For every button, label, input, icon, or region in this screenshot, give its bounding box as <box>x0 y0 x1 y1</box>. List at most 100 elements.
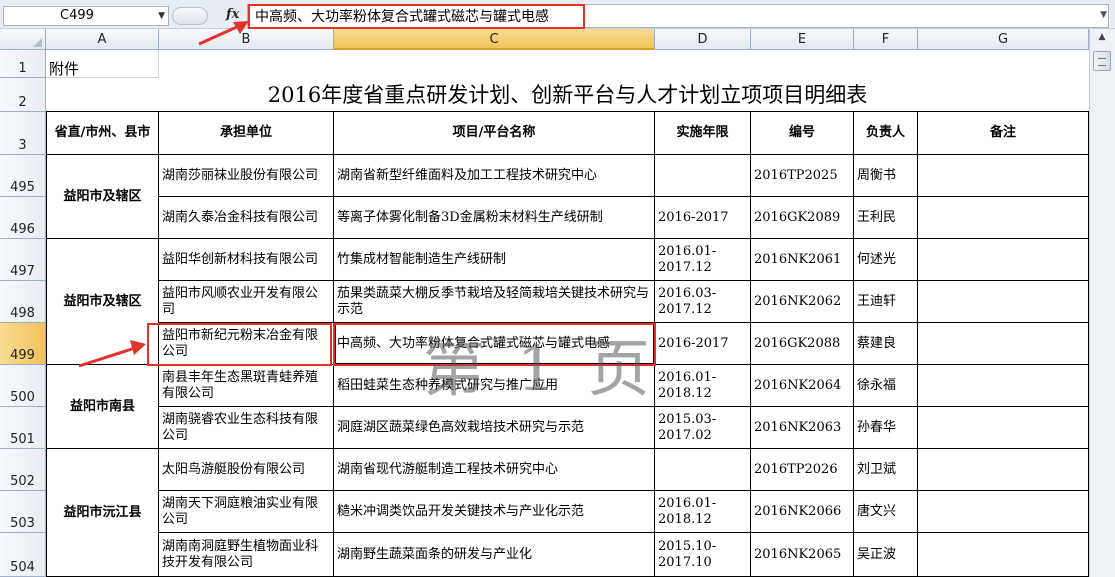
unit-cell[interactable]: 湖南莎丽袜业股份有限公司 <box>159 155 334 197</box>
row-header-497[interactable]: 497 <box>0 239 46 281</box>
row-header-2[interactable]: 2 <box>0 78 46 112</box>
period-cell[interactable]: 2016.03-2017.12 <box>655 281 751 323</box>
project-cell[interactable]: 竹集成材智能制造生产线研制 <box>334 239 655 281</box>
unit-cell[interactable]: 太阳鸟游艇股份有限公司 <box>159 449 334 491</box>
row-header-496[interactable]: 496 <box>0 197 46 239</box>
column-header-a[interactable]: A <box>46 29 159 50</box>
header-code[interactable]: 编号 <box>751 112 854 155</box>
code-cell[interactable]: 2016TP2026 <box>751 449 854 491</box>
unit-cell[interactable]: 益阳市新纪元粉末冶金有限公司 <box>159 323 334 365</box>
owner-cell[interactable]: 蔡建良 <box>854 323 918 365</box>
row-header-502[interactable]: 502 <box>0 449 46 491</box>
remark-cell[interactable] <box>918 491 1089 533</box>
project-cell[interactable]: 糙米冲调类饮品开发关键技术与产业化示范 <box>334 491 655 533</box>
vertical-scrollbar[interactable]: ▲ <box>1089 29 1115 577</box>
scroll-up-icon[interactable]: ▲ <box>1093 32 1111 48</box>
remark-cell[interactable] <box>918 197 1089 239</box>
remark-cell[interactable] <box>918 365 1089 407</box>
header-period[interactable]: 实施年限 <box>655 112 751 155</box>
row-header-1[interactable]: 1 <box>0 50 46 78</box>
owner-cell[interactable]: 王迪轩 <box>854 281 918 323</box>
unit-cell[interactable]: 湖南久泰冶金科技有限公司 <box>159 197 334 239</box>
owner-cell[interactable]: 何述光 <box>854 239 918 281</box>
name-box[interactable]: C499 ▼ <box>3 6 169 26</box>
period-cell[interactable] <box>655 449 751 491</box>
scroll-thumb[interactable] <box>1093 51 1111 71</box>
unit-cell[interactable]: 南县丰年生态黑斑青蛙养殖有限公司 <box>159 365 334 407</box>
remark-cell[interactable] <box>918 281 1089 323</box>
period-cell[interactable]: 2015.10-2017.10 <box>655 533 751 577</box>
row-header-499[interactable]: 499 <box>0 323 46 365</box>
header-owner[interactable]: 负责人 <box>854 112 918 155</box>
project-cell[interactable]: 洞庭湖区蔬菜绿色高效栽培技术研究与示范 <box>334 407 655 449</box>
column-header-f[interactable]: F <box>854 29 918 50</box>
cell-a1-attachment[interactable]: 附件 <box>46 50 159 78</box>
unit-cell[interactable]: 湖南南洞庭野生植物面业科技开发有限公司 <box>159 533 334 577</box>
row-header-495[interactable]: 495 <box>0 155 46 197</box>
owner-cell[interactable]: 王利民 <box>854 197 918 239</box>
insert-function-icon[interactable]: fx <box>226 7 239 22</box>
header-unit[interactable]: 承担单位 <box>159 112 334 155</box>
row-header-3[interactable]: 3 <box>0 112 46 155</box>
remark-cell[interactable] <box>918 239 1089 281</box>
period-cell[interactable]: 2016.01-2018.12 <box>655 365 751 407</box>
header-region[interactable]: 省直/市州、县市 <box>46 112 159 155</box>
column-header-b[interactable]: B <box>159 29 334 50</box>
code-cell[interactable]: 2016NK2065 <box>751 533 854 577</box>
column-header-d[interactable]: D <box>655 29 751 50</box>
period-cell[interactable] <box>655 155 751 197</box>
period-cell[interactable]: 2016.01-2017.12 <box>655 239 751 281</box>
code-cell[interactable]: 2016NK2066 <box>751 491 854 533</box>
row-header-503[interactable]: 503 <box>0 491 46 533</box>
code-cell[interactable]: 2016NK2064 <box>751 365 854 407</box>
project-cell[interactable]: 湖南省新型纤维面料及加工工程技术研究中心 <box>334 155 655 197</box>
column-header-e[interactable]: E <box>751 29 854 50</box>
code-cell[interactable]: 2016TP2025 <box>751 155 854 197</box>
owner-cell[interactable]: 吴正波 <box>854 533 918 577</box>
unit-cell[interactable]: 益阳华创新材科技有限公司 <box>159 239 334 281</box>
select-all-corner[interactable] <box>0 29 46 50</box>
region-cell[interactable]: 益阳市南县 <box>46 365 159 449</box>
formula-input[interactable]: 中高频、大功率粉体复合式罐式磁芯与罐式电感 <box>247 4 1109 28</box>
owner-cell[interactable]: 周衡书 <box>854 155 918 197</box>
period-cell[interactable]: 2016-2017 <box>655 197 751 239</box>
cell-b1-empty[interactable] <box>159 50 1089 78</box>
code-cell[interactable]: 2016GK2088 <box>751 323 854 365</box>
period-cell[interactable]: 2016-2017 <box>655 323 751 365</box>
code-cell[interactable]: 2016NK2062 <box>751 281 854 323</box>
remark-cell[interactable] <box>918 533 1089 577</box>
owner-cell[interactable]: 孙春华 <box>854 407 918 449</box>
formula-cancel-enter-buttons[interactable] <box>172 7 208 25</box>
column-header-c[interactable]: C <box>334 29 655 50</box>
owner-cell[interactable]: 刘卫斌 <box>854 449 918 491</box>
expand-formula-bar-icon[interactable]: ▼ <box>1100 10 1107 20</box>
unit-cell[interactable]: 湖南天下洞庭粮油实业有限公司 <box>159 491 334 533</box>
row-header-500[interactable]: 500 <box>0 365 46 407</box>
project-cell[interactable]: 等离子体雾化制备3D金属粉末材料生产线研制 <box>334 197 655 239</box>
remark-cell[interactable] <box>918 323 1089 365</box>
row-header-498[interactable]: 498 <box>0 281 46 323</box>
column-header-g[interactable]: G <box>918 29 1089 50</box>
unit-cell[interactable]: 益阳市风顺农业开发有限公司 <box>159 281 334 323</box>
remark-cell[interactable] <box>918 155 1089 197</box>
header-project[interactable]: 项目/平台名称 <box>334 112 655 155</box>
project-cell[interactable]: 茄果类蔬菜大棚反季节栽培及轻简栽培关键技术研究与示范 <box>334 281 655 323</box>
code-cell[interactable]: 2016NK2061 <box>751 239 854 281</box>
row-header-501[interactable]: 501 <box>0 407 46 449</box>
region-cell[interactable]: 益阳市及辖区 <box>46 239 159 365</box>
project-cell[interactable]: 湖南省现代游艇制造工程技术研究中心 <box>334 449 655 491</box>
region-cell[interactable]: 益阳市及辖区 <box>46 155 159 239</box>
row-header-504[interactable]: 504 <box>0 533 46 577</box>
remark-cell[interactable] <box>918 449 1089 491</box>
period-cell[interactable]: 2016.01-2018.12 <box>655 491 751 533</box>
owner-cell[interactable]: 唐文兴 <box>854 491 918 533</box>
region-cell[interactable]: 益阳市沅江县 <box>46 449 159 577</box>
owner-cell[interactable]: 徐永福 <box>854 365 918 407</box>
active-cell-c499[interactable]: 中高频、大功率粉体复合式罐式磁芯与罐式电感 <box>334 323 655 365</box>
code-cell[interactable]: 2016NK2063 <box>751 407 854 449</box>
code-cell[interactable]: 2016GK2089 <box>751 197 854 239</box>
project-cell[interactable]: 湖南野生蔬菜面条的研发与产业化 <box>334 533 655 577</box>
project-cell[interactable]: 稻田蛙菜生态种养模式研究与推广应用 <box>334 365 655 407</box>
unit-cell[interactable]: 湖南骁睿农业生态科技有限公司 <box>159 407 334 449</box>
remark-cell[interactable] <box>918 407 1089 449</box>
